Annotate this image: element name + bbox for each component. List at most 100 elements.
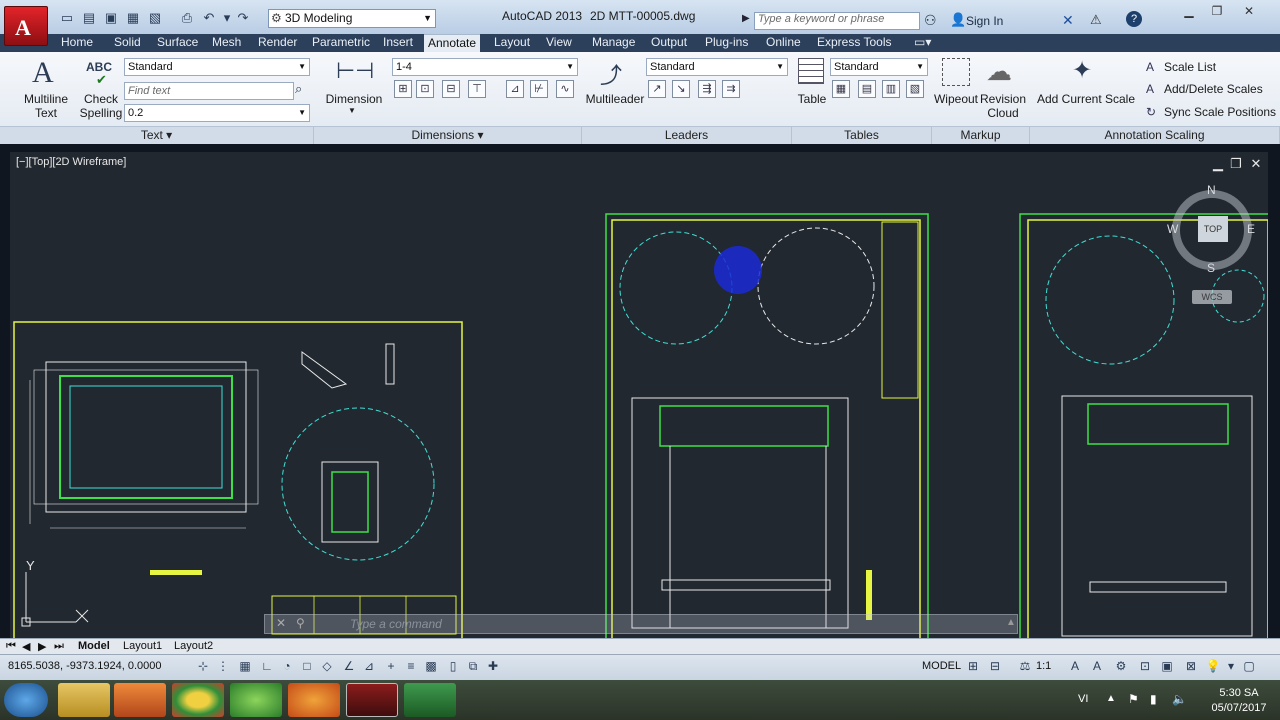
- viewport-minimize-icon[interactable]: ▁: [1210, 156, 1226, 172]
- sync-scale-positions-button[interactable]: Sync Scale Positions: [1164, 105, 1276, 119]
- close-icon[interactable]: ✕: [1236, 4, 1262, 20]
- command-close-icon[interactable]: ✕: [276, 616, 286, 630]
- first-tab-icon[interactable]: ⏮: [6, 640, 16, 653]
- quick-view-layouts-icon[interactable]: ⊞: [964, 657, 982, 675]
- tab-layout1[interactable]: Layout1: [123, 640, 162, 652]
- 3d-osnap-icon[interactable]: ◇: [318, 657, 336, 675]
- wipeout-icon[interactable]: [942, 58, 970, 86]
- ducs-icon[interactable]: ⊿: [360, 657, 378, 675]
- quick-properties-icon[interactable]: ▯: [444, 657, 462, 675]
- annotation-scale-dropdown[interactable]: 1:1: [1036, 660, 1051, 672]
- dim-style-dropdown[interactable]: 1-4 ▼: [392, 58, 578, 76]
- upload-data-icon[interactable]: ▥: [882, 80, 900, 98]
- isolate-objects-icon[interactable]: ⊠: [1182, 657, 1200, 675]
- quick-view-drawings-icon[interactable]: ⊟: [986, 657, 1004, 675]
- check-spelling-button[interactable]: Check Spelling: [78, 92, 124, 120]
- extract-data-icon[interactable]: ▤: [858, 80, 876, 98]
- firefox-taskbar-icon[interactable]: [288, 683, 340, 717]
- tab-surface[interactable]: Surface: [153, 34, 202, 52]
- multileader-button[interactable]: Multileader: [584, 92, 646, 106]
- download-data-icon[interactable]: ▧: [906, 80, 924, 98]
- annotation-scale-icon[interactable]: ⚖: [1016, 657, 1034, 675]
- viewcube-top-face[interactable]: TOP: [1198, 216, 1228, 242]
- prev-tab-icon[interactable]: ◀: [22, 640, 30, 653]
- search-expand-icon[interactable]: ▶: [742, 13, 750, 24]
- autocad-taskbar-icon[interactable]: [346, 683, 398, 717]
- scale-list-button[interactable]: Scale List: [1164, 60, 1216, 74]
- viewport-controls-label[interactable]: [−][Top][2D Wireframe]: [16, 156, 126, 168]
- wcs-menu[interactable]: WCS: [1192, 290, 1232, 304]
- sign-in-button[interactable]: Sign In: [966, 14, 1003, 28]
- viewcube-east[interactable]: E: [1247, 222, 1255, 236]
- annotation-visibility-icon[interactable]: A: [1066, 657, 1084, 675]
- drawing-viewport[interactable]: [10, 152, 1268, 638]
- add-leader-icon[interactable]: ↗: [648, 80, 666, 98]
- viewcube-south[interactable]: S: [1207, 261, 1215, 275]
- remove-leader-icon[interactable]: ↘: [672, 80, 690, 98]
- explorer-taskbar-icon[interactable]: [58, 683, 110, 717]
- clean-screen-icon[interactable]: ▢: [1240, 657, 1258, 675]
- data-link-icon[interactable]: ▦: [832, 80, 850, 98]
- workspace-switch-icon[interactable]: ⚙: [1112, 657, 1130, 675]
- text-style-dropdown[interactable]: Standard ▼: [124, 58, 310, 76]
- new-file-icon[interactable]: ▭: [58, 10, 76, 26]
- save-icon[interactable]: ▣: [102, 10, 120, 26]
- tab-plug-ins[interactable]: Plug-ins: [701, 34, 752, 52]
- tab-home[interactable]: Home: [57, 34, 97, 52]
- exchange-icon[interactable]: ✕: [1062, 12, 1074, 29]
- model-space-toggle[interactable]: MODEL: [922, 660, 961, 672]
- command-expand-icon[interactable]: ▲: [1006, 617, 1016, 628]
- otrack-icon[interactable]: ∠: [340, 657, 358, 675]
- language-indicator[interactable]: VI: [1078, 693, 1088, 705]
- annotation-scaling-panel-label[interactable]: Annotation Scaling: [1030, 126, 1280, 144]
- dim-quick-icon[interactable]: ⊡: [416, 80, 434, 98]
- dim-inspect-icon[interactable]: ⊿: [506, 80, 524, 98]
- save-as-icon[interactable]: ▦: [124, 10, 142, 26]
- transparency-icon[interactable]: ▩: [422, 657, 440, 675]
- text-height-dropdown[interactable]: 0.2 ▼: [124, 104, 310, 122]
- last-tab-icon[interactable]: ⏭: [54, 640, 64, 653]
- tab-model[interactable]: Model: [78, 640, 110, 652]
- markup-panel-label[interactable]: Markup: [932, 126, 1030, 144]
- search-input[interactable]: Type a keyword or phrase: [754, 12, 920, 30]
- tab-solid[interactable]: Solid: [110, 34, 145, 52]
- chrome-taskbar-icon[interactable]: [172, 683, 224, 717]
- flag-icon[interactable]: ⚑: [1128, 692, 1139, 706]
- viewcube-north[interactable]: N: [1207, 183, 1216, 197]
- dimension-icon[interactable]: ⊢⊣: [336, 58, 374, 84]
- tab-online[interactable]: Online: [762, 34, 805, 52]
- tab-parametric[interactable]: Parametric: [308, 34, 374, 52]
- lightbulb-icon[interactable]: 💡: [1204, 657, 1222, 675]
- multileader-icon[interactable]: ⤴: [600, 58, 622, 90]
- polar-icon[interactable]: ◔: [278, 657, 296, 675]
- redo-icon[interactable]: ↷: [234, 10, 252, 26]
- tab-express-tools[interactable]: Express Tools: [813, 34, 895, 52]
- osnap-icon[interactable]: □: [298, 657, 316, 675]
- tab-annotate[interactable]: Annotate: [424, 34, 481, 52]
- volume-icon[interactable]: 🔈: [1172, 692, 1187, 706]
- help-icon[interactable]: ?: [1126, 11, 1142, 27]
- revision-cloud-icon[interactable]: ☁: [986, 56, 1012, 87]
- tab-render[interactable]: Render: [254, 34, 301, 52]
- revision-cloud-button[interactable]: Revision Cloud: [980, 92, 1026, 120]
- chevron-down-icon[interactable]: ▼: [348, 104, 356, 118]
- cloud-icon[interactable]: ▧: [146, 10, 164, 26]
- collect-leader-icon[interactable]: ⇉: [722, 80, 740, 98]
- multiline-text-button[interactable]: Multiline Text: [20, 92, 72, 120]
- tab-output[interactable]: Output: [647, 34, 691, 52]
- binoculars-icon[interactable]: ⚇: [924, 12, 937, 29]
- undo-icon[interactable]: ↶: [200, 10, 218, 26]
- find-replace-icon[interactable]: ⌕: [295, 81, 302, 97]
- snap-icon[interactable]: ⋮: [214, 657, 232, 675]
- viewport-restore-icon[interactable]: ❐: [1228, 156, 1244, 172]
- clock[interactable]: 5:30 SA 05/07/2017: [1208, 686, 1270, 716]
- ortho-icon[interactable]: ∟: [258, 657, 276, 675]
- next-tab-icon[interactable]: ▶: [38, 640, 46, 653]
- add-delete-scales-button[interactable]: Add/Delete Scales: [1164, 82, 1263, 96]
- media-player-taskbar-icon[interactable]: [114, 683, 166, 717]
- network-icon[interactable]: ▮: [1150, 692, 1157, 706]
- viewcube-west[interactable]: W: [1167, 222, 1178, 236]
- table-button[interactable]: Table: [794, 92, 830, 106]
- multiline-text-icon[interactable]: A: [32, 56, 54, 90]
- tab-mesh[interactable]: Mesh: [208, 34, 245, 52]
